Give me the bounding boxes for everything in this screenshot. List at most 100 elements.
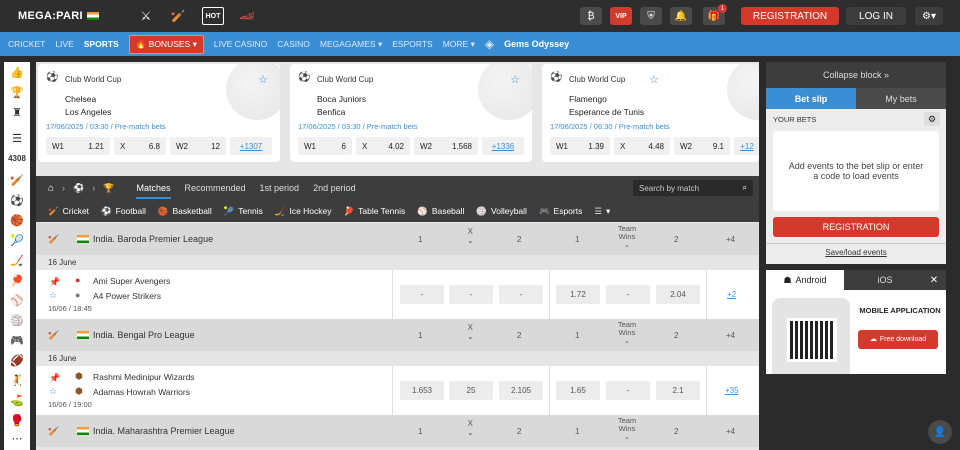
ball-breadcrumb-icon[interactable]: ⚽ (73, 183, 84, 194)
tab-matches[interactable]: Matches (136, 183, 171, 199)
odd-cell[interactable]: 2.1 (656, 381, 700, 400)
more-markets-link[interactable]: +1336 (482, 137, 524, 155)
favorite-star-icon[interactable]: ☆ (649, 73, 659, 86)
basketball-icon[interactable]: 🏀 (4, 214, 30, 227)
odd-cell[interactable]: 1.72 (556, 285, 600, 304)
nav-live[interactable]: LIVE (55, 39, 73, 49)
match-row[interactable]: 📌 ☆ ⬢ ⬢ Rashmi Medinipur Wizards Adamas … (36, 366, 759, 415)
tab-2nd-period[interactable]: 2nd period (313, 183, 356, 193)
trophy-icon[interactable]: 🏆 (4, 86, 30, 99)
home-icon[interactable]: ⌂ (48, 183, 54, 194)
golf-icon[interactable]: ⛳ (4, 394, 30, 407)
league-header[interactable]: 🏏 India. Maharashtra Premier League 1 X ⌄… (36, 415, 759, 447)
esports-icon[interactable]: 🎮 (4, 334, 30, 347)
collapse-block-button[interactable]: Collapse block » (766, 62, 946, 88)
tab-recommended[interactable]: Recommended (185, 183, 246, 193)
rugby-icon[interactable]: 🏈 (4, 354, 30, 367)
more-markets-link[interactable]: +1307 (230, 137, 272, 155)
racing-car-icon[interactable]: 🏎 (235, 7, 259, 25)
trophy-breadcrumb-icon[interactable]: 🏆 (103, 183, 114, 194)
nav-esports[interactable]: ESPORTS (392, 39, 432, 49)
odd-cell[interactable]: - (606, 381, 650, 400)
more-markets-link[interactable]: +12 (734, 137, 759, 155)
filter-football[interactable]: ⚽ Football (101, 206, 146, 217)
filter-baseball[interactable]: ⚾ Baseball (417, 206, 464, 217)
odd-cell[interactable]: 1.65 (556, 381, 600, 400)
col-team-wins[interactable]: Team Wins ⌄ (614, 321, 640, 345)
football-icon[interactable]: ⚽ (4, 194, 30, 207)
cricket-icon[interactable]: 🏏 (168, 7, 188, 25)
odd-cell[interactable]: 25 (449, 381, 493, 400)
match-row[interactable]: 📌 ☆ ● ● Ami Super Avengers A4 Power Stri… (36, 270, 759, 319)
nav-cricket[interactable]: CRICKET (8, 39, 45, 49)
more-sports-icon[interactable]: ⋯ (4, 432, 30, 445)
filter-tennis[interactable]: 🎾 Tennis (224, 206, 263, 217)
favorite-star-icon[interactable]: ☆ (258, 73, 268, 86)
more-sports-dropdown[interactable]: ☰ ▾ (594, 206, 610, 217)
col-x[interactable]: X ⌄ (467, 419, 474, 437)
odd-cell[interactable]: - (449, 285, 493, 304)
close-icon[interactable]: ✕ (922, 270, 946, 290)
favorite-star-icon[interactable]: ☆ (49, 386, 57, 397)
login-button[interactable]: LOG IN (846, 7, 906, 25)
more-markets-link[interactable]: +35 (725, 386, 739, 395)
odd-cell[interactable]: - (499, 285, 543, 304)
cricket-bat-icon[interactable]: 🏏 (4, 174, 30, 187)
thumbs-up-icon[interactable]: 👍 (4, 66, 30, 79)
favorite-star-icon[interactable]: ☆ (49, 290, 57, 301)
filter-table-tennis[interactable]: 🏓 Table Tennis (344, 206, 406, 217)
gift-icon[interactable]: 🎁 1 (703, 4, 727, 25)
odd-cell[interactable]: 2.04 (656, 285, 700, 304)
bell-icon[interactable]: 🔔 (670, 7, 692, 25)
nav-gems-odyssey[interactable]: Gems Odyssey (504, 39, 569, 49)
nav-bonuses[interactable]: 🔥 BONUSES ▾ (128, 34, 204, 54)
odd-cell[interactable]: 2.105 (499, 381, 543, 400)
odd-cell[interactable]: - (606, 285, 650, 304)
hockey-icon[interactable]: 🏒 (4, 254, 30, 267)
odd-cell[interactable]: 1.653 (400, 381, 444, 400)
featured-match-card[interactable]: ⚽ Club World Cup ☆ Chelsea Los Angeles 1… (38, 64, 280, 162)
odd-w2[interactable]: W2 1.568 (414, 137, 478, 155)
odd-w1[interactable]: W1 1.39 (550, 137, 610, 155)
odd-x[interactable]: X 4.48 (614, 137, 670, 155)
shield-icon[interactable]: ⛨ (640, 7, 662, 25)
list-icon[interactable]: ☰ (4, 132, 30, 145)
hot-games-icon[interactable]: HOT (202, 7, 224, 25)
more-markets-link[interactable]: +2 (727, 290, 736, 299)
tab-my-bets[interactable]: My bets (856, 88, 946, 109)
tab-android[interactable]: ☗ Android (766, 270, 844, 290)
filter-cricket[interactable]: 🏏 Cricket (48, 206, 89, 217)
settings-gear-icon[interactable]: ⚙ (924, 112, 940, 126)
favorite-star-icon[interactable]: ☆ (510, 73, 520, 86)
dota-icon[interactable]: ⚔ (136, 7, 156, 25)
nav-more[interactable]: MORE ▾ (443, 39, 475, 50)
settings-gear-icon[interactable]: ⚙▾ (915, 7, 943, 25)
nav-megagames[interactable]: MEGAGAMES ▾ (320, 39, 382, 50)
table-tennis-icon[interactable]: 🏓 (4, 274, 30, 287)
league-header[interactable]: 🏏 India. Bengal Pro League 1 X ⌄ 2 1 Team… (36, 319, 759, 351)
odd-x[interactable]: X 6.8 (114, 137, 166, 155)
save-load-events-link[interactable]: Save/load events (766, 248, 946, 257)
nav-sports[interactable]: SPORTS (84, 39, 119, 49)
filter-esports[interactable]: 🎮 Esports (539, 206, 582, 217)
filter-basketball[interactable]: 🏀 Basketball (158, 206, 212, 217)
odd-cell[interactable]: - (400, 285, 444, 304)
filter-ice-hockey[interactable]: 🏒 Ice Hockey (275, 206, 332, 217)
league-header[interactable]: 🏏 India. Baroda Premier League 1 X ⌄ 2 1 … (36, 223, 759, 255)
nav-casino[interactable]: CASINO (277, 39, 310, 49)
tab-ios[interactable]: iOS (844, 270, 922, 290)
col-x[interactable]: X ⌄ (467, 227, 474, 245)
odd-w1[interactable]: W1 6 (298, 137, 352, 155)
odd-w2[interactable]: W2 12 (170, 137, 226, 155)
col-team-wins[interactable]: Team Wins ⌄ (614, 417, 640, 441)
betslip-registration-button[interactable]: REGISTRATION (773, 217, 939, 237)
bitcoin-icon[interactable]: ₿ (580, 7, 602, 25)
nav-live-casino[interactable]: LIVE CASINO (214, 39, 267, 49)
pin-icon[interactable]: 📌 (49, 373, 60, 384)
logo[interactable]: MEGA:PARI (18, 10, 99, 22)
search-icon[interactable]: ⌕ (743, 183, 747, 193)
free-download-button[interactable]: ☁ Free download (858, 330, 938, 349)
match-search-input[interactable]: Search by match ⌕ (633, 180, 753, 196)
person-icon[interactable]: ♜ (4, 106, 30, 119)
vip-button[interactable]: VIP (610, 7, 632, 25)
